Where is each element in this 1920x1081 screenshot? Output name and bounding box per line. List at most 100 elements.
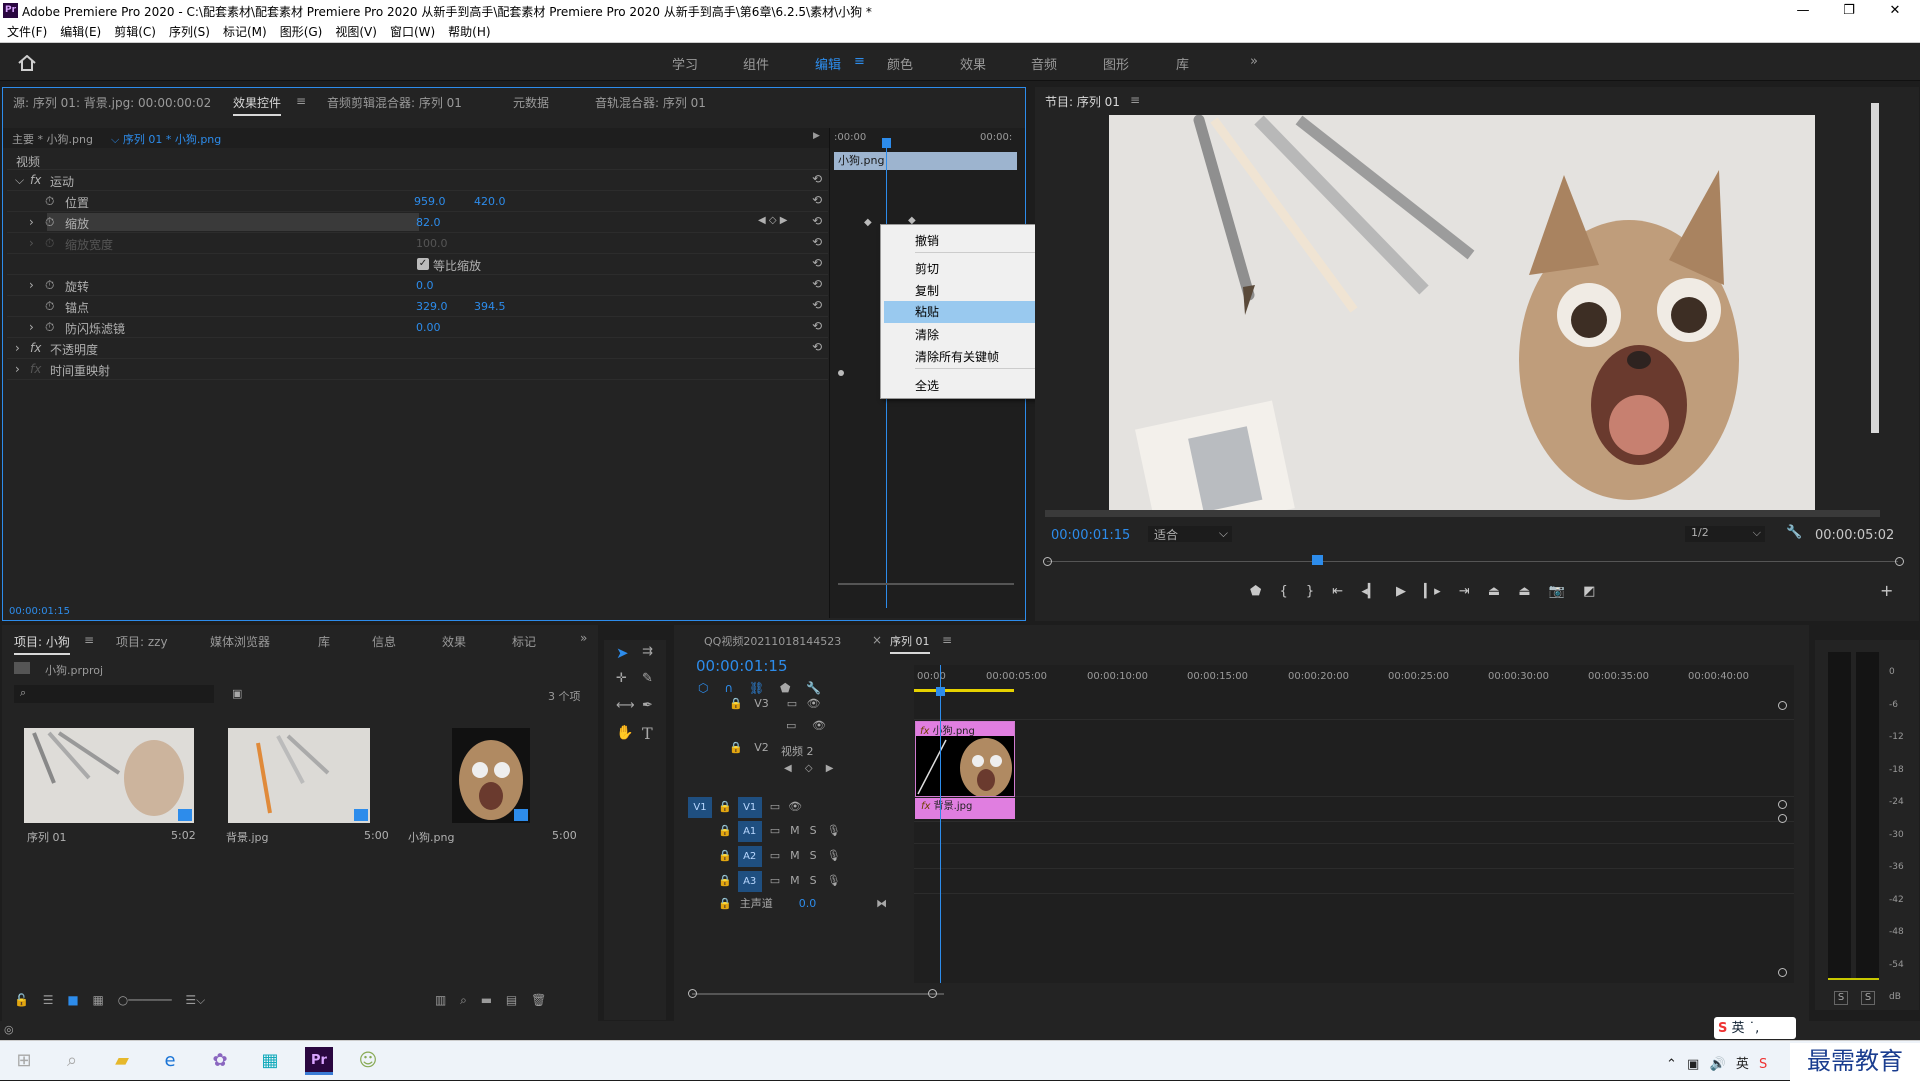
- go-to-end-icon[interactable]: ⧓: [876, 897, 887, 910]
- app-icon[interactable]: ▦: [256, 1047, 284, 1075]
- step-back-icon[interactable]: ◂▎: [1361, 584, 1378, 599]
- project-search-input[interactable]: ⌕: [14, 685, 214, 703]
- sync-lock-icon[interactable]: ▭: [786, 719, 796, 732]
- workspace-color[interactable]: 颜色: [887, 54, 913, 73]
- master-volume[interactable]: 0.0: [799, 897, 817, 910]
- add-button-icon[interactable]: +: [1880, 581, 1893, 600]
- antiflicker-value[interactable]: 0.00: [416, 321, 441, 334]
- selection-tool-icon[interactable]: ➤: [616, 644, 629, 662]
- settings-wrench-icon[interactable]: 🔧: [1786, 525, 1802, 540]
- home-icon[interactable]: [18, 55, 36, 71]
- track-target-a3[interactable]: A3: [737, 871, 762, 892]
- tab-effect-controls[interactable]: 效果控件: [233, 94, 282, 116]
- ime-language[interactable]: 英: [1732, 1021, 1745, 1036]
- lock-icon[interactable]: 🔒: [718, 874, 732, 887]
- tab-menu-icon[interactable]: ≡: [84, 633, 94, 647]
- pen-tool-icon[interactable]: ✒: [642, 698, 653, 713]
- timeline-hscroll[interactable]: [692, 993, 944, 995]
- solo-button[interactable]: S: [810, 849, 817, 862]
- tab-audio-track-mixer[interactable]: 音轨混合器: 序列 01: [595, 94, 706, 111]
- menu-clip[interactable]: 剪辑(C): [114, 22, 156, 42]
- anchor-x-value[interactable]: 329.0: [416, 300, 448, 313]
- zoom-slider-icon[interactable]: ○──────: [118, 993, 172, 1007]
- menu-clear[interactable]: 清除: [915, 326, 939, 343]
- ime-toolbar[interactable]: S 英 ˙,: [1714, 1017, 1796, 1039]
- track-target-a1[interactable]: A1: [737, 821, 762, 842]
- lock-icon[interactable]: 🔒: [729, 741, 743, 754]
- menu-undo[interactable]: 撤销: [915, 232, 939, 249]
- new-item-icon[interactable]: ▤: [506, 993, 517, 1007]
- sync-lock-icon[interactable]: ▭: [787, 697, 797, 710]
- eye-icon[interactable]: 👁: [812, 719, 826, 732]
- menu-edit[interactable]: 编辑(E): [60, 22, 101, 42]
- stopwatch-active-icon[interactable]: ⏱: [45, 215, 54, 230]
- zoom-scrollbar[interactable]: [838, 583, 1014, 585]
- v-zoom-handle[interactable]: [1778, 800, 1787, 809]
- keyframe-dot[interactable]: [838, 370, 844, 376]
- menu-select-all[interactable]: 全选: [915, 377, 939, 394]
- stopwatch-icon[interactable]: ⏱: [45, 320, 54, 335]
- eye-icon[interactable]: 👁: [788, 800, 802, 813]
- workspace-assembly[interactable]: 组件: [743, 54, 769, 73]
- keyframe-nav-icon[interactable]: ◀ ◇ ▶: [758, 215, 787, 226]
- tab-source[interactable]: 源: 序列 01: 背景.jpg: 00:00:00:02: [13, 94, 211, 111]
- opacity-row[interactable]: › fx 不透明度 ⟲: [7, 338, 828, 359]
- find-icon[interactable]: ⌕: [460, 993, 467, 1007]
- track-select-tool-icon[interactable]: ⇉: [642, 644, 653, 659]
- play-icon[interactable]: ▶: [1396, 584, 1406, 599]
- motion-row[interactable]: ⌵ fx 运动 ⟲: [7, 170, 828, 191]
- new-bin-search-icon[interactable]: ▣: [232, 687, 242, 700]
- reset-icon[interactable]: ⟲: [812, 214, 826, 228]
- voiceover-icon[interactable]: 🎙: [827, 874, 841, 887]
- menu-copy[interactable]: 复制: [915, 282, 939, 299]
- fit-dropdown[interactable]: 适合 ⌵: [1148, 526, 1232, 542]
- reset-icon[interactable]: ⟲: [812, 340, 826, 354]
- menu-marker[interactable]: 标记(M): [223, 22, 267, 42]
- tab-qq-video[interactable]: QQ视频20211018144523: [704, 633, 841, 649]
- stopwatch-icon[interactable]: ⏱: [45, 278, 54, 293]
- project-item[interactable]: 背景.jpg 5:00: [226, 728, 389, 844]
- sync-lock-icon[interactable]: ▭: [770, 800, 780, 813]
- timeline-end-handle[interactable]: [1895, 557, 1904, 566]
- project-item[interactable]: 序列 01 5:02: [24, 728, 196, 844]
- program-playhead[interactable]: [1312, 555, 1323, 565]
- chevron-right-icon[interactable]: ›: [29, 215, 34, 229]
- add-marker-icon[interactable]: ⬟: [1250, 584, 1261, 599]
- lock-icon[interactable]: 🔒: [729, 697, 743, 710]
- workspace-overflow-button[interactable]: »: [1250, 54, 1258, 69]
- lock-icon[interactable]: 🔒: [718, 849, 732, 862]
- hand-tool-icon[interactable]: ✋: [616, 725, 633, 741]
- resolution-dropdown[interactable]: 1/2 ⌵: [1685, 526, 1765, 542]
- menu-window[interactable]: 窗口(W): [390, 22, 435, 42]
- lock-icon[interactable]: 🔒: [718, 897, 732, 910]
- menu-file[interactable]: 文件(F): [7, 22, 47, 42]
- program-timeline-bar[interactable]: [1047, 561, 1898, 562]
- a-zoom-handle[interactable]: [1778, 814, 1787, 823]
- maximize-button[interactable]: ❐: [1826, 0, 1872, 22]
- tab-info[interactable]: 信息: [372, 633, 396, 650]
- menu-clear-all-keyframes[interactable]: 清除所有关键帧: [915, 348, 999, 365]
- ec-timecode[interactable]: 00:00:01:15: [9, 606, 70, 617]
- time-remap-row[interactable]: › fx 时间重映射: [7, 359, 828, 380]
- keyframe-icon[interactable]: ◆: [864, 217, 872, 228]
- source-patch-v1[interactable]: V1: [688, 797, 712, 818]
- rotation-value[interactable]: 0.0: [416, 279, 434, 292]
- workspace-learning[interactable]: 学习: [672, 54, 698, 73]
- freeform-view-icon[interactable]: ▦: [93, 993, 104, 1007]
- menu-help[interactable]: 帮助(H): [448, 22, 490, 42]
- tab-menu-icon[interactable]: ≡: [296, 94, 306, 108]
- search-icon[interactable]: ⌕: [58, 1047, 86, 1075]
- timeline-timecode[interactable]: 00:00:01:15: [696, 657, 788, 675]
- ime-punct-icon[interactable]: ˙,: [1749, 1021, 1760, 1036]
- tab-audio-clip-mixer[interactable]: 音频剪辑混合器: 序列 01: [327, 94, 462, 111]
- uniform-scale-checkbox[interactable]: ✓: [417, 258, 429, 270]
- playhead-handle[interactable]: [882, 138, 891, 148]
- program-timecode[interactable]: 00:00:01:15: [1051, 528, 1130, 543]
- tab-close-icon[interactable]: ×: [872, 633, 882, 647]
- reset-icon[interactable]: ⟲: [812, 193, 826, 207]
- panel-menu-icon[interactable]: ≡: [1130, 93, 1140, 107]
- solo-right-button[interactable]: S: [1861, 991, 1875, 1005]
- eye-icon[interactable]: 👁: [807, 697, 821, 710]
- stopwatch-icon[interactable]: ⏱: [45, 299, 54, 314]
- tab-menu-icon[interactable]: ≡: [942, 633, 952, 647]
